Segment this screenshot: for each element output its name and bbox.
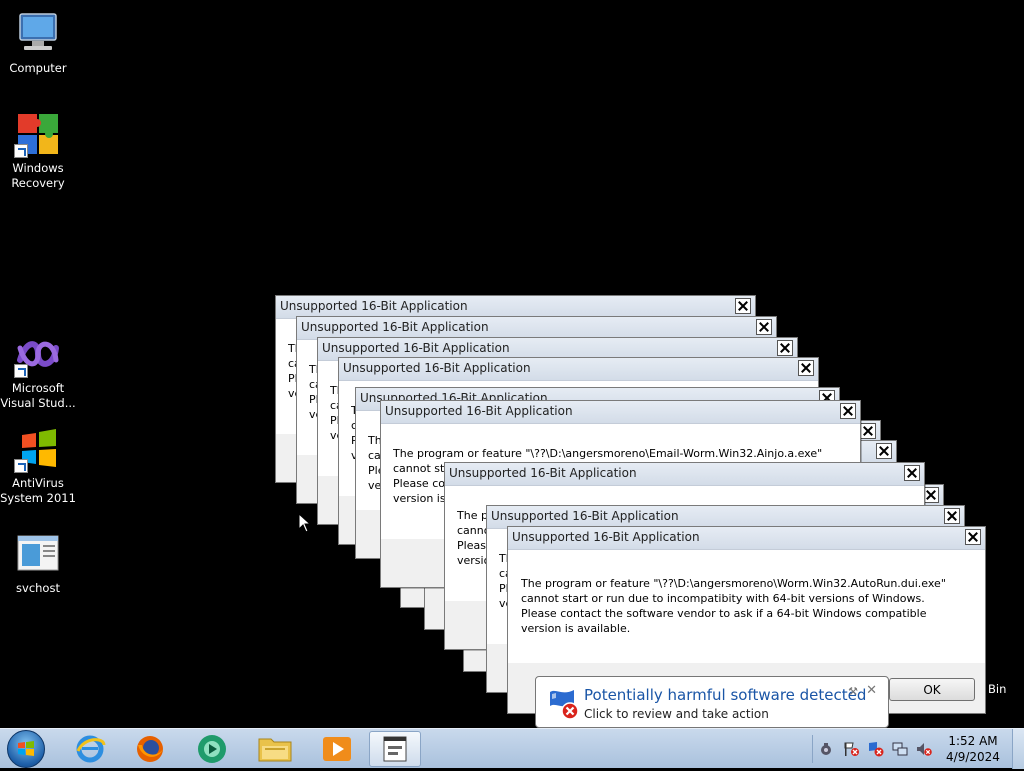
dialog-title: Unsupported 16-Bit Application bbox=[343, 361, 531, 375]
puzzle-icon bbox=[14, 110, 62, 158]
active-window-icon[interactable] bbox=[369, 731, 421, 767]
dialog-title: Unsupported 16-Bit Application bbox=[491, 509, 679, 523]
start-orb-icon[interactable] bbox=[7, 730, 45, 768]
windows-flag-icon bbox=[14, 425, 62, 473]
dialog-titlebar[interactable]: Unsupported 16-Bit Application bbox=[508, 527, 985, 550]
close-icon[interactable] bbox=[923, 487, 939, 503]
desktop-icon-svchost[interactable]: svchost bbox=[0, 530, 76, 596]
window-app-icon bbox=[14, 530, 62, 578]
media-center-icon[interactable] bbox=[186, 731, 238, 767]
desktop-icon-computer[interactable]: Computer bbox=[0, 10, 76, 76]
desktop-icon-label: svchost bbox=[16, 581, 60, 595]
dialog-body: The program or feature "\??\D:\angersmor… bbox=[508, 550, 985, 663]
dialog-title: Unsupported 16-Bit Application bbox=[280, 299, 468, 313]
computer-icon bbox=[14, 10, 62, 58]
shortcut-arrow-icon bbox=[14, 144, 28, 158]
volume-muted-icon[interactable] bbox=[916, 741, 932, 757]
close-icon[interactable] bbox=[904, 465, 920, 481]
dialog-title: Unsupported 16-Bit Application bbox=[385, 404, 573, 418]
close-icon[interactable] bbox=[777, 340, 793, 356]
dialog-titlebar[interactable]: Unsupported 16-Bit Application bbox=[339, 358, 818, 381]
close-icon[interactable] bbox=[876, 443, 892, 459]
media-player-icon[interactable] bbox=[311, 731, 363, 767]
explorer-folder-icon[interactable] bbox=[249, 731, 301, 767]
shortcut-arrow-icon bbox=[14, 459, 28, 473]
firefox-icon[interactable] bbox=[124, 731, 176, 767]
dialog-titlebar[interactable]: Unsupported 16-Bit Application bbox=[445, 463, 924, 486]
security-icon[interactable] bbox=[818, 741, 834, 757]
close-icon[interactable] bbox=[735, 298, 751, 314]
dialog-title: Unsupported 16-Bit Application bbox=[322, 341, 510, 355]
security-notification-balloon[interactable]: Potentially harmful software detected Cl… bbox=[535, 676, 889, 736]
defender-alert-icon[interactable] bbox=[868, 741, 884, 757]
close-icon[interactable] bbox=[840, 403, 856, 419]
dialog-title: Unsupported 16-Bit Application bbox=[301, 320, 489, 334]
balloon-title: Potentially harmful software detected bbox=[584, 686, 867, 704]
dialog-message: The program or feature "\??\D:\angersmor… bbox=[521, 577, 946, 635]
desktop-icon-windows-recovery[interactable]: Windows Recovery bbox=[0, 110, 76, 191]
show-desktop-button[interactable] bbox=[1012, 729, 1024, 769]
balloon-subtitle: Click to review and take action bbox=[584, 707, 769, 721]
clock-time: 1:52 AM bbox=[948, 734, 998, 748]
balloon-close-icon[interactable]: ✕ bbox=[866, 683, 877, 698]
action-center-icon[interactable] bbox=[843, 741, 859, 757]
taskbar: 1:52 AM 4/9/2024 bbox=[0, 728, 1024, 769]
recycle-bin-label[interactable]: Bin bbox=[988, 682, 1006, 696]
desktop-icon-label: AntiVirus System 2011 bbox=[0, 476, 76, 505]
desktop-icon-label: Microsoft Visual Stud... bbox=[0, 381, 76, 410]
internet-explorer-icon[interactable] bbox=[64, 731, 116, 767]
shortcut-arrow-icon bbox=[14, 364, 28, 378]
close-icon[interactable] bbox=[756, 319, 772, 335]
close-icon[interactable] bbox=[965, 529, 981, 545]
desktop-icon-label: Windows Recovery bbox=[11, 161, 65, 190]
desktop-icon-label: Computer bbox=[9, 61, 67, 75]
tray-separator bbox=[812, 735, 813, 763]
close-icon[interactable] bbox=[944, 508, 960, 524]
dialog-title: Unsupported 16-Bit Application bbox=[512, 530, 700, 544]
desktop-icon-visual-studio[interactable]: Microsoft Visual Stud... bbox=[0, 330, 76, 411]
desktop-icon-antivirus[interactable]: AntiVirus System 2011 bbox=[0, 425, 76, 506]
wrench-icon[interactable]: ⚒ bbox=[848, 685, 858, 698]
network-icon[interactable] bbox=[892, 741, 908, 757]
clock-date: 4/9/2024 bbox=[946, 750, 1000, 764]
mouse-cursor-icon bbox=[298, 513, 312, 533]
visual-studio-icon bbox=[14, 330, 62, 378]
ok-button[interactable]: OK bbox=[889, 678, 975, 701]
clock[interactable]: 1:52 AM 4/9/2024 bbox=[940, 733, 1006, 765]
dialog-titlebar[interactable]: Unsupported 16-Bit Application bbox=[381, 401, 860, 424]
close-icon[interactable] bbox=[798, 360, 814, 376]
close-icon[interactable] bbox=[860, 423, 876, 439]
dialog-title: Unsupported 16-Bit Application bbox=[449, 466, 637, 480]
shield-warning-icon bbox=[550, 690, 579, 720]
